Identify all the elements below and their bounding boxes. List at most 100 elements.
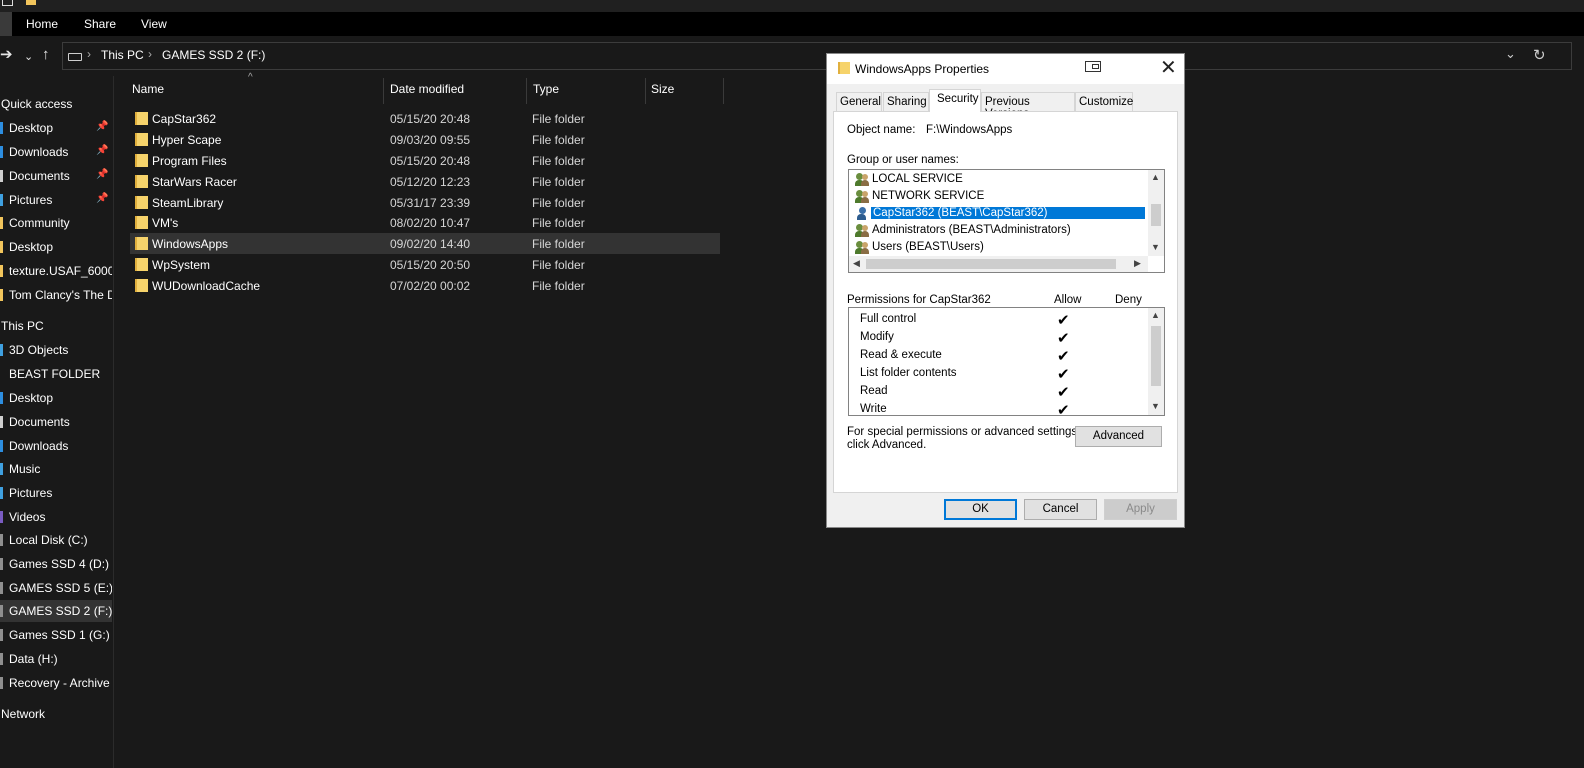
sidebar-quick-access[interactable]: Quick access <box>0 93 112 115</box>
table-row[interactable]: VM's 08/02/20 10:47 File folder <box>130 212 720 233</box>
table-row-selected[interactable]: WindowsApps 09/02/20 14:40 File folder <box>130 233 720 254</box>
sidebar-item-desktop-folder[interactable]: Desktop <box>0 236 112 258</box>
list-item[interactable]: Users (BEAST\Users) <box>852 240 1148 256</box>
sidebar-item-games-ssd-4[interactable]: Games SSD 4 (D:) <box>0 553 112 575</box>
sidebar-label: Quick access <box>1 97 73 111</box>
file-type: File folder <box>532 279 585 293</box>
tab-share[interactable]: Share <box>84 17 116 31</box>
sidebar-item-label: Data (H:) <box>9 652 58 666</box>
sidebar-item-pc-documents[interactable]: Documents <box>0 411 112 433</box>
sidebar-item-label: Games SSD 1 (G:) <box>9 628 110 642</box>
scrollbar-thumb[interactable] <box>1151 326 1161 386</box>
sidebar-item-beast-folder[interactable]: BEAST FOLDER <box>0 363 112 385</box>
group-user-list[interactable]: LOCAL SERVICE NETWORK SERVICE CapStar362… <box>848 169 1165 273</box>
tab-view[interactable]: View <box>141 17 167 31</box>
table-row[interactable]: Hyper Scape 09/03/20 09:55 File folder <box>130 129 720 150</box>
advanced-button[interactable]: Advanced <box>1075 426 1162 447</box>
sidebar-item-texture[interactable]: texture.USAF_60001 <box>0 260 112 282</box>
tab-previous-versions[interactable]: Previous Versions <box>981 92 1075 120</box>
recent-chevron-icon[interactable]: ⌄ <box>24 49 33 65</box>
file-name: SteamLibrary <box>152 196 224 210</box>
up-arrow-icon[interactable]: ↑ <box>42 47 50 63</box>
documents-icon <box>0 170 3 182</box>
sidebar-item-3d-objects[interactable]: 3D Objects <box>0 339 112 361</box>
sidebar-item-games-ssd-5[interactable]: GAMES SSD 5 (E:) <box>0 577 112 599</box>
tab-general[interactable]: General <box>836 92 882 111</box>
folder-icon <box>135 112 148 125</box>
sidebar-item-documents[interactable]: Documents 📌 <box>0 165 112 187</box>
table-row[interactable]: WUDownloadCache 07/02/20 00:02 File fold… <box>130 275 720 296</box>
column-divider[interactable] <box>723 78 724 104</box>
table-row[interactable]: WpSystem 05/15/20 20:50 File folder <box>130 254 720 275</box>
sidebar-item-pc-pictures[interactable]: Pictures <box>0 482 112 504</box>
sidebar-item-pc-desktop[interactable]: Desktop <box>0 387 112 409</box>
sidebar-item-music[interactable]: Music <box>0 458 112 480</box>
ok-button[interactable]: OK <box>944 499 1017 520</box>
scroll-up-icon[interactable]: ▲ <box>1151 310 1160 320</box>
sidebar-network[interactable]: Network <box>0 703 112 725</box>
sidebar-this-pc[interactable]: This PC <box>0 315 112 337</box>
file-type: File folder <box>532 258 585 272</box>
scroll-up-icon[interactable]: ▲ <box>1151 172 1160 182</box>
folder-icon <box>135 133 148 146</box>
group-name: LOCAL SERVICE <box>872 173 963 185</box>
list-item[interactable]: LOCAL SERVICE <box>852 172 1148 188</box>
sidebar-item-community[interactable]: Community <box>0 212 112 234</box>
sidebar-item-local-disk-c[interactable]: Local Disk (C:) <box>0 529 112 551</box>
sidebar-item-recovery-archive[interactable]: Recovery - Archive <box>0 672 112 694</box>
group-list-horizontal-scrollbar[interactable]: ◀ ▶ <box>849 256 1148 272</box>
permission-row: Write ✔ <box>860 403 1150 414</box>
sidebar-item-data-h[interactable]: Data (H:) <box>0 648 112 670</box>
column-header-size[interactable]: Size <box>651 82 674 96</box>
breadcrumb-drive[interactable]: GAMES SSD 2 (F:) <box>162 48 265 62</box>
sidebar-item-games-ssd-1[interactable]: Games SSD 1 (G:) <box>0 624 112 646</box>
sidebar-item-videos[interactable]: Videos <box>0 506 112 528</box>
column-divider[interactable] <box>645 78 646 104</box>
table-row[interactable]: SteamLibrary 05/31/17 23:39 File folder <box>130 192 720 213</box>
list-item[interactable]: NETWORK SERVICE <box>852 189 1148 205</box>
sidebar-item-tom-clancy[interactable]: Tom Clancy's The D <box>0 284 112 306</box>
breadcrumb-separator[interactable]: › <box>148 47 152 61</box>
allow-check-icon: ✔ <box>1057 366 1070 383</box>
group-list-vertical-scrollbar[interactable]: ▲ ▼ <box>1148 170 1164 256</box>
list-item[interactable]: Administrators (BEAST\Administrators) <box>852 223 1148 239</box>
dialog-title-bar[interactable]: WindowsApps Properties ✕ <box>827 54 1184 84</box>
sidebar-item-downloads[interactable]: Downloads 📌 <box>0 141 112 163</box>
close-icon[interactable]: ✕ <box>1160 57 1177 79</box>
tab-customize[interactable]: Customize <box>1075 92 1133 111</box>
column-divider[interactable] <box>526 78 527 104</box>
column-header-date[interactable]: Date modified <box>390 82 464 96</box>
refresh-icon[interactable]: ↻ <box>1533 46 1546 64</box>
breadcrumb-this-pc[interactable]: This PC <box>101 48 144 62</box>
cancel-button[interactable]: Cancel <box>1024 499 1097 520</box>
scroll-down-icon[interactable]: ▼ <box>1151 242 1160 252</box>
sidebar-item-pictures[interactable]: Pictures 📌 <box>0 189 112 211</box>
tab-security[interactable]: Security <box>929 89 981 112</box>
breadcrumb-separator[interactable]: › <box>87 47 91 61</box>
scroll-right-icon[interactable]: ▶ <box>1134 258 1141 269</box>
table-row[interactable]: CapStar362 05/15/20 20:48 File folder <box>130 108 720 129</box>
address-dropdown-icon[interactable]: ⌄ <box>1505 46 1516 62</box>
sidebar-item-desktop[interactable]: Desktop 📌 <box>0 117 112 139</box>
compact-view-icon[interactable] <box>1085 61 1101 72</box>
table-row[interactable]: Program Files 05/15/20 20:48 File folder <box>130 150 720 171</box>
table-row[interactable]: StarWars Racer 05/12/20 12:23 File folde… <box>130 171 720 192</box>
address-bar[interactable]: › This PC › GAMES SSD 2 (F:) ⌄ ↻ <box>62 42 1572 70</box>
back-arrow-icon[interactable]: ➔ <box>0 47 13 63</box>
scroll-left-icon[interactable]: ◀ <box>853 258 860 269</box>
drive-icon <box>0 582 3 594</box>
tab-sharing[interactable]: Sharing <box>883 92 929 111</box>
list-item-selected[interactable]: CapStar362 (BEAST\CapStar362) <box>852 206 1148 222</box>
apply-button[interactable]: Apply <box>1104 499 1177 520</box>
scrollbar-thumb[interactable] <box>1151 204 1161 226</box>
sidebar-item-games-ssd-2[interactable]: GAMES SSD 2 (F:) <box>0 600 112 622</box>
tab-home[interactable]: Home <box>26 17 58 31</box>
scroll-down-icon[interactable]: ▼ <box>1151 401 1160 411</box>
sidebar-item-pc-downloads[interactable]: Downloads <box>0 435 112 457</box>
file-tab[interactable] <box>0 12 12 36</box>
column-header-name[interactable]: Name <box>132 82 164 96</box>
scrollbar-thumb[interactable] <box>866 259 1116 269</box>
column-divider[interactable] <box>383 78 384 104</box>
permissions-vertical-scrollbar[interactable]: ▲ ▼ <box>1148 308 1164 415</box>
column-header-type[interactable]: Type <box>533 82 559 96</box>
